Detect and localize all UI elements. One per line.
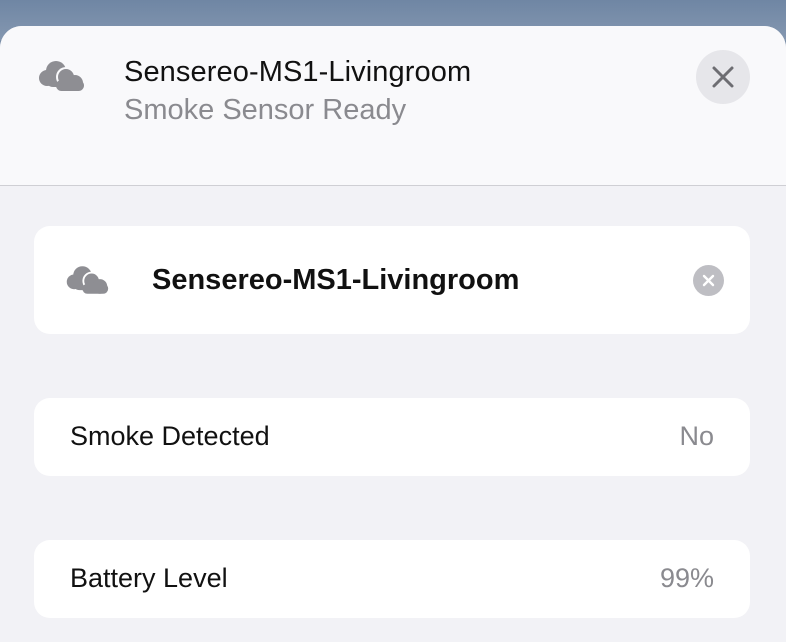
battery-level-label: Battery Level: [70, 563, 228, 593]
close-button[interactable]: [696, 50, 750, 104]
close-icon: [712, 66, 734, 88]
clear-text-button[interactable]: [693, 265, 724, 296]
accessory-status: Smoke Sensor Ready: [124, 94, 407, 126]
battery-level-row: Battery Level 99%: [34, 540, 750, 618]
sheet-header: Sensereo-MS1-Livingroom Smoke Sensor Rea…: [0, 26, 786, 186]
cloud-icon: [36, 58, 86, 94]
smoke-detected-value: No: [679, 421, 714, 451]
accessory-title: Sensereo-MS1-Livingroom: [124, 56, 472, 88]
cloud-icon: [64, 263, 110, 297]
accessory-name-card: [34, 226, 750, 334]
accessory-detail-sheet: Sensereo-MS1-Livingroom Smoke Sensor Rea…: [0, 26, 786, 642]
accessory-name-input[interactable]: [152, 262, 672, 298]
smoke-detected-label: Smoke Detected: [70, 421, 270, 451]
battery-level-value: 99%: [659, 563, 714, 593]
clear-icon: [702, 274, 715, 287]
smoke-detected-row: Smoke Detected No: [34, 398, 750, 476]
